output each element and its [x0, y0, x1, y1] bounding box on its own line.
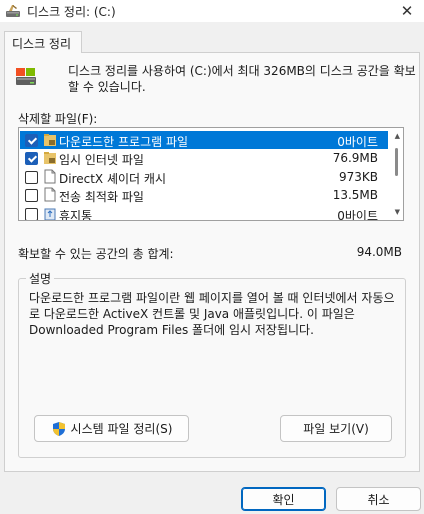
- item-name: 전송 최적화 파일: [59, 190, 144, 204]
- drive-icon: [16, 68, 36, 85]
- list-item[interactable]: 전송 최적화 파일 13.5MB: [20, 186, 388, 204]
- total-space-value: 94.0MB: [356, 245, 402, 259]
- list-item[interactable]: 다운로드한 프로그램 파일 0바이트: [20, 131, 388, 149]
- item-name: DirectX 셰이더 캐시: [59, 172, 166, 186]
- document-icon: [44, 187, 56, 202]
- checkbox[interactable]: [25, 152, 38, 165]
- checkbox[interactable]: [25, 134, 38, 147]
- description-text: 다운로드한 프로그램 파일이란 웹 페이지를 열어 볼 때 인터넷에서 자동으로…: [29, 291, 395, 337]
- item-name: 다운로드한 프로그램 파일: [59, 135, 189, 149]
- files-to-delete-label: 삭제할 파일(F):: [18, 112, 98, 126]
- close-icon: ✕: [400, 2, 414, 20]
- title-bar: 디스크 정리: (C:) ✕: [0, 0, 424, 22]
- item-name: 임시 인터넷 파일: [59, 153, 144, 167]
- recycle-bin-icon: [44, 208, 56, 220]
- cleanup-system-files-button[interactable]: 시스템 파일 정리(S): [34, 415, 189, 442]
- total-space-label: 확보할 수 있는 공간의 총 합계:: [18, 247, 174, 261]
- view-files-button[interactable]: 파일 보기(V): [280, 415, 392, 442]
- tab-disk-cleanup[interactable]: 디스크 정리: [4, 31, 82, 53]
- item-size: 973KB: [338, 170, 378, 184]
- item-name: 휴지통: [59, 209, 93, 221]
- folder-lock-icon: [44, 134, 56, 146]
- document-icon: [44, 169, 56, 184]
- checkbox[interactable]: [25, 171, 38, 184]
- files-to-delete-list[interactable]: 다운로드한 프로그램 파일 0바이트 임시 인터넷 파일 76.9MB Dire…: [18, 127, 404, 221]
- description-title: 설명: [26, 270, 55, 287]
- scroll-up-icon[interactable]: ▲: [395, 132, 400, 140]
- checkbox[interactable]: [25, 189, 38, 202]
- window-title: 디스크 정리: (C:): [27, 5, 116, 19]
- item-size: 0바이트: [337, 209, 378, 221]
- cancel-button[interactable]: 취소: [336, 487, 421, 511]
- item-size: 0바이트: [337, 135, 378, 149]
- item-size: 76.9MB: [332, 151, 378, 165]
- scroll-down-icon[interactable]: ▼: [395, 208, 400, 216]
- list-item[interactable]: 휴지통 0바이트: [20, 205, 388, 221]
- close-button[interactable]: ✕: [390, 0, 424, 22]
- list-item[interactable]: DirectX 셰이더 캐시 973KB: [20, 168, 388, 186]
- cleanup-system-files-label: 시스템 파일 정리(S): [70, 422, 173, 436]
- item-size: 13.5MB: [332, 188, 378, 202]
- scrollbar-thumb[interactable]: [395, 148, 398, 176]
- intro-text: 디스크 정리를 사용하여 (C:)에서 최대 326MB의 디스크 공간을 확보…: [68, 64, 416, 94]
- ok-button[interactable]: 확인: [241, 487, 326, 511]
- disk-cleanup-icon: [6, 5, 20, 17]
- uac-shield-icon: [52, 421, 65, 436]
- checkbox[interactable]: [25, 208, 38, 220]
- list-item[interactable]: 임시 인터넷 파일 76.9MB: [20, 149, 388, 167]
- folder-lock-icon: [44, 152, 56, 164]
